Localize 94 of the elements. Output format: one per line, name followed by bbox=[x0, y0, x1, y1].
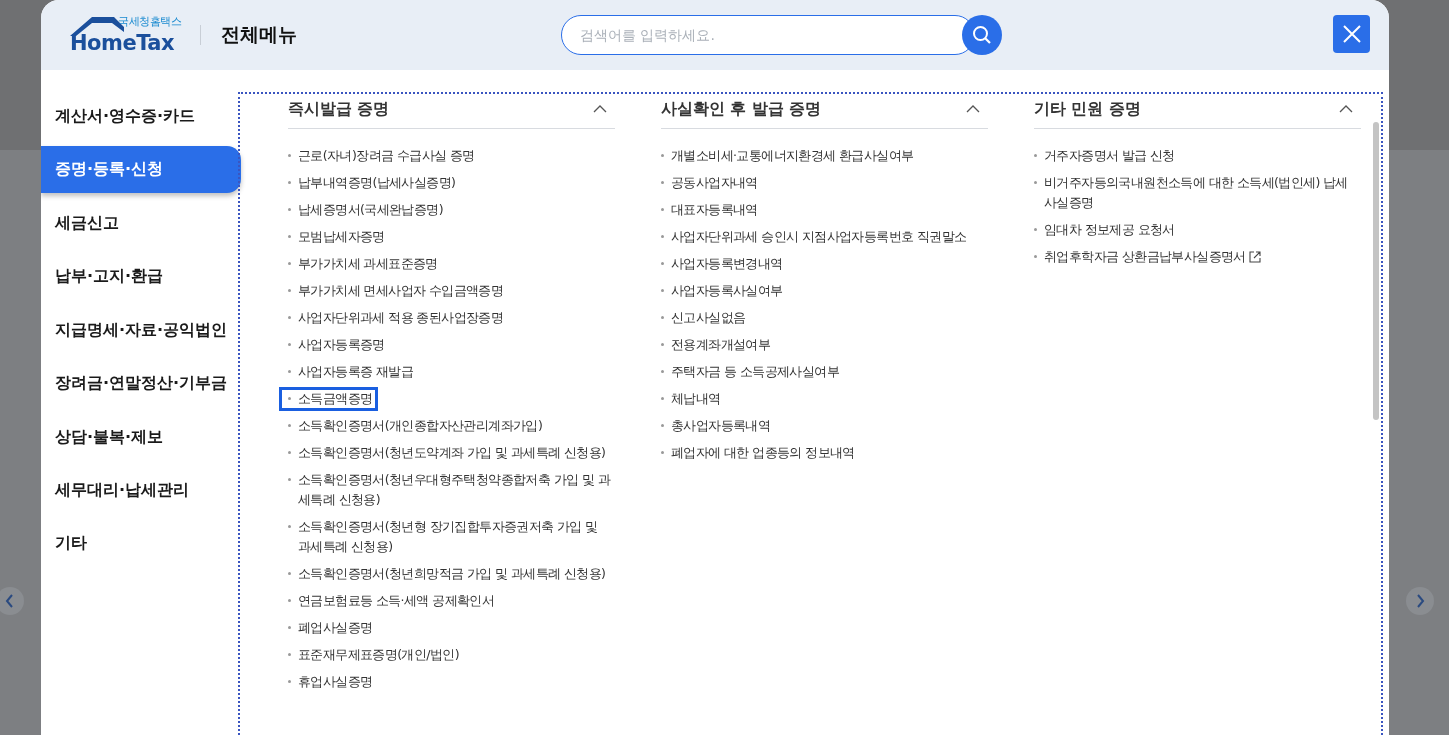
bullet-icon bbox=[288, 208, 291, 211]
menu-link[interactable]: 납세증명서(국세완납증명) bbox=[281, 200, 447, 220]
menu-link[interactable]: 사업자단위과세 적용 종된사업장증명 bbox=[281, 308, 508, 328]
bullet-icon bbox=[661, 316, 664, 319]
menu-link[interactable]: 체납내역 bbox=[654, 389, 725, 409]
bullet-icon bbox=[288, 397, 291, 400]
menu-link[interactable]: 폐업사실증명 bbox=[281, 618, 377, 638]
carousel-next-button[interactable] bbox=[1406, 587, 1434, 615]
sidebar-item[interactable]: 상담·불복·제보 bbox=[41, 410, 238, 464]
bullet-icon bbox=[661, 451, 664, 454]
menu-link[interactable]: 휴업사실증명 bbox=[281, 672, 377, 692]
section-title: 즉시발급 증명 bbox=[288, 98, 390, 120]
bullet-icon bbox=[288, 154, 291, 157]
menu-link[interactable]: 공동사업자내역 bbox=[654, 173, 762, 193]
sidebar-item[interactable]: 기타 bbox=[41, 517, 238, 571]
chevron-left-icon bbox=[4, 594, 16, 608]
menu-link[interactable]: 부가가치세 과세표준증명 bbox=[281, 254, 442, 274]
menu-link[interactable]: 표준재무제표증명(개인/법인) bbox=[281, 645, 463, 665]
logo-caption: 국세청홈택스 bbox=[118, 15, 181, 29]
bullet-icon bbox=[661, 154, 664, 157]
bullet-icon bbox=[288, 343, 291, 346]
menu-link[interactable]: 소득확인증명서(청년희망적금 가입 및 과세특례 신청용) bbox=[281, 564, 610, 584]
bullet-icon bbox=[288, 653, 291, 656]
sidebar-item[interactable]: 세금신고 bbox=[41, 196, 238, 251]
bullet-icon bbox=[1034, 181, 1037, 184]
menu-link[interactable]: 개별소비세·교통에너지환경세 환급사실여부 bbox=[654, 146, 918, 166]
bullet-icon bbox=[1034, 255, 1037, 258]
bullet-icon bbox=[288, 424, 291, 427]
bullet-icon bbox=[288, 289, 291, 292]
search-icon bbox=[972, 25, 992, 45]
bullet-icon bbox=[288, 680, 291, 683]
bullet-icon bbox=[288, 262, 291, 265]
menu-link[interactable]: 주택자금 등 소득공제사실여부 bbox=[654, 362, 843, 382]
bullet-icon bbox=[288, 599, 291, 602]
menu-link[interactable]: 근로(자녀)장려금 수급사실 증명 bbox=[281, 146, 479, 166]
menu-link[interactable]: 비거주자등의국내원천소득에 대한 소득세(법인세) 납세사실증명 bbox=[1027, 173, 1361, 213]
menu-link[interactable]: 연금보험료등 소득·세액 공제확인서 bbox=[281, 591, 499, 611]
menu-link[interactable]: 소득금액증명 bbox=[281, 389, 377, 409]
menu-link[interactable]: 납부내역증명(납세사실증명) bbox=[281, 173, 460, 193]
bullet-icon bbox=[661, 235, 664, 238]
bullet-icon bbox=[288, 181, 291, 184]
bullet-icon bbox=[661, 424, 664, 427]
bullet-icon bbox=[661, 181, 664, 184]
menu-link[interactable]: 임대차 정보제공 요청서 bbox=[1027, 220, 1179, 240]
menu-link[interactable]: 폐업자에 대한 업종등의 정보내역 bbox=[654, 443, 859, 463]
menu-link[interactable]: 신고사실없음 bbox=[654, 308, 750, 328]
bullet-icon bbox=[661, 289, 664, 292]
bullet-icon bbox=[288, 451, 291, 454]
close-button[interactable] bbox=[1333, 15, 1370, 53]
bullet-icon bbox=[288, 572, 291, 575]
section-title: 사실확인 후 발급 증명 bbox=[661, 98, 822, 120]
bullet-icon bbox=[288, 235, 291, 238]
dialog-title: 전체메뉴 bbox=[221, 22, 297, 47]
menu-link[interactable]: 거주자증명서 발급 신청 bbox=[1027, 146, 1179, 166]
close-icon bbox=[1342, 25, 1361, 43]
bullet-icon bbox=[288, 478, 291, 481]
sidebar-item[interactable]: 납부·고지·환급 bbox=[41, 250, 238, 304]
external-link-icon bbox=[1248, 251, 1261, 263]
bullet-icon bbox=[661, 397, 664, 400]
menu-link[interactable]: 소득확인증명서(청년우대형주택청약종합저축 가입 및 과세특례 신청용) bbox=[281, 470, 615, 510]
menu-link[interactable]: 대표자등록내역 bbox=[654, 200, 762, 220]
menu-link[interactable]: 전용계좌개설여부 bbox=[654, 335, 775, 355]
scrollbar[interactable] bbox=[1373, 122, 1379, 420]
sidebar-item[interactable]: 세무대리·납세관리 bbox=[41, 463, 238, 518]
menu-link[interactable]: 취업후학자금 상환금납부사실증명서 bbox=[1027, 247, 1265, 267]
section-title: 기타 민원 증명 bbox=[1034, 98, 1141, 120]
sidebar-item[interactable]: 장려금·연말정산·기부금 bbox=[41, 356, 238, 411]
bullet-icon bbox=[661, 370, 664, 373]
menu-link[interactable]: 사업자등록변경내역 bbox=[654, 254, 787, 274]
chevron-right-icon bbox=[1414, 594, 1426, 608]
bullet-icon bbox=[661, 208, 664, 211]
bullet-icon bbox=[288, 626, 291, 629]
bullet-icon bbox=[288, 370, 291, 373]
menu-link[interactable]: 사업자등록사실여부 bbox=[654, 281, 787, 301]
menu-link[interactable]: 사업자등록증 재발급 bbox=[281, 362, 417, 382]
menu-link[interactable]: 소득확인증명서(청년도약계좌 가입 및 과세특례 신청용) bbox=[281, 443, 610, 463]
menu-link[interactable]: 소득확인증명서(청년형 장기집합투자증권저축 가입 및 과세특례 신청용) bbox=[281, 517, 615, 557]
sidebar-item[interactable]: 증명·등록·신청 bbox=[41, 146, 241, 194]
sidebar-item[interactable]: 계산서·영수증·카드 bbox=[41, 90, 238, 144]
carousel-prev-button[interactable] bbox=[0, 587, 24, 615]
menu-link[interactable]: 사업자등록증명 bbox=[281, 335, 389, 355]
menu-link[interactable]: 사업자단위과세 승인시 지점사업자등록번호 직권말소 bbox=[654, 227, 971, 247]
menu-link[interactable]: 소득확인증명서(개인종합자산관리계좌가입) bbox=[281, 416, 547, 436]
bullet-icon bbox=[1034, 228, 1037, 231]
bullet-icon bbox=[288, 525, 291, 528]
menu-link[interactable]: 부가가치세 면세사업자 수입금액증명 bbox=[281, 281, 508, 301]
menu-link[interactable]: 총사업자등록내역 bbox=[654, 416, 775, 436]
menu-link[interactable]: 모범납세자증명 bbox=[281, 227, 389, 247]
sidebar-item[interactable]: 지급명세·자료·공익법인 bbox=[41, 303, 238, 357]
bullet-icon bbox=[661, 262, 664, 265]
bullet-icon bbox=[1034, 154, 1037, 157]
logo-text: HomeTax bbox=[70, 31, 174, 55]
bullet-icon bbox=[288, 316, 291, 319]
bullet-icon bbox=[661, 343, 664, 346]
